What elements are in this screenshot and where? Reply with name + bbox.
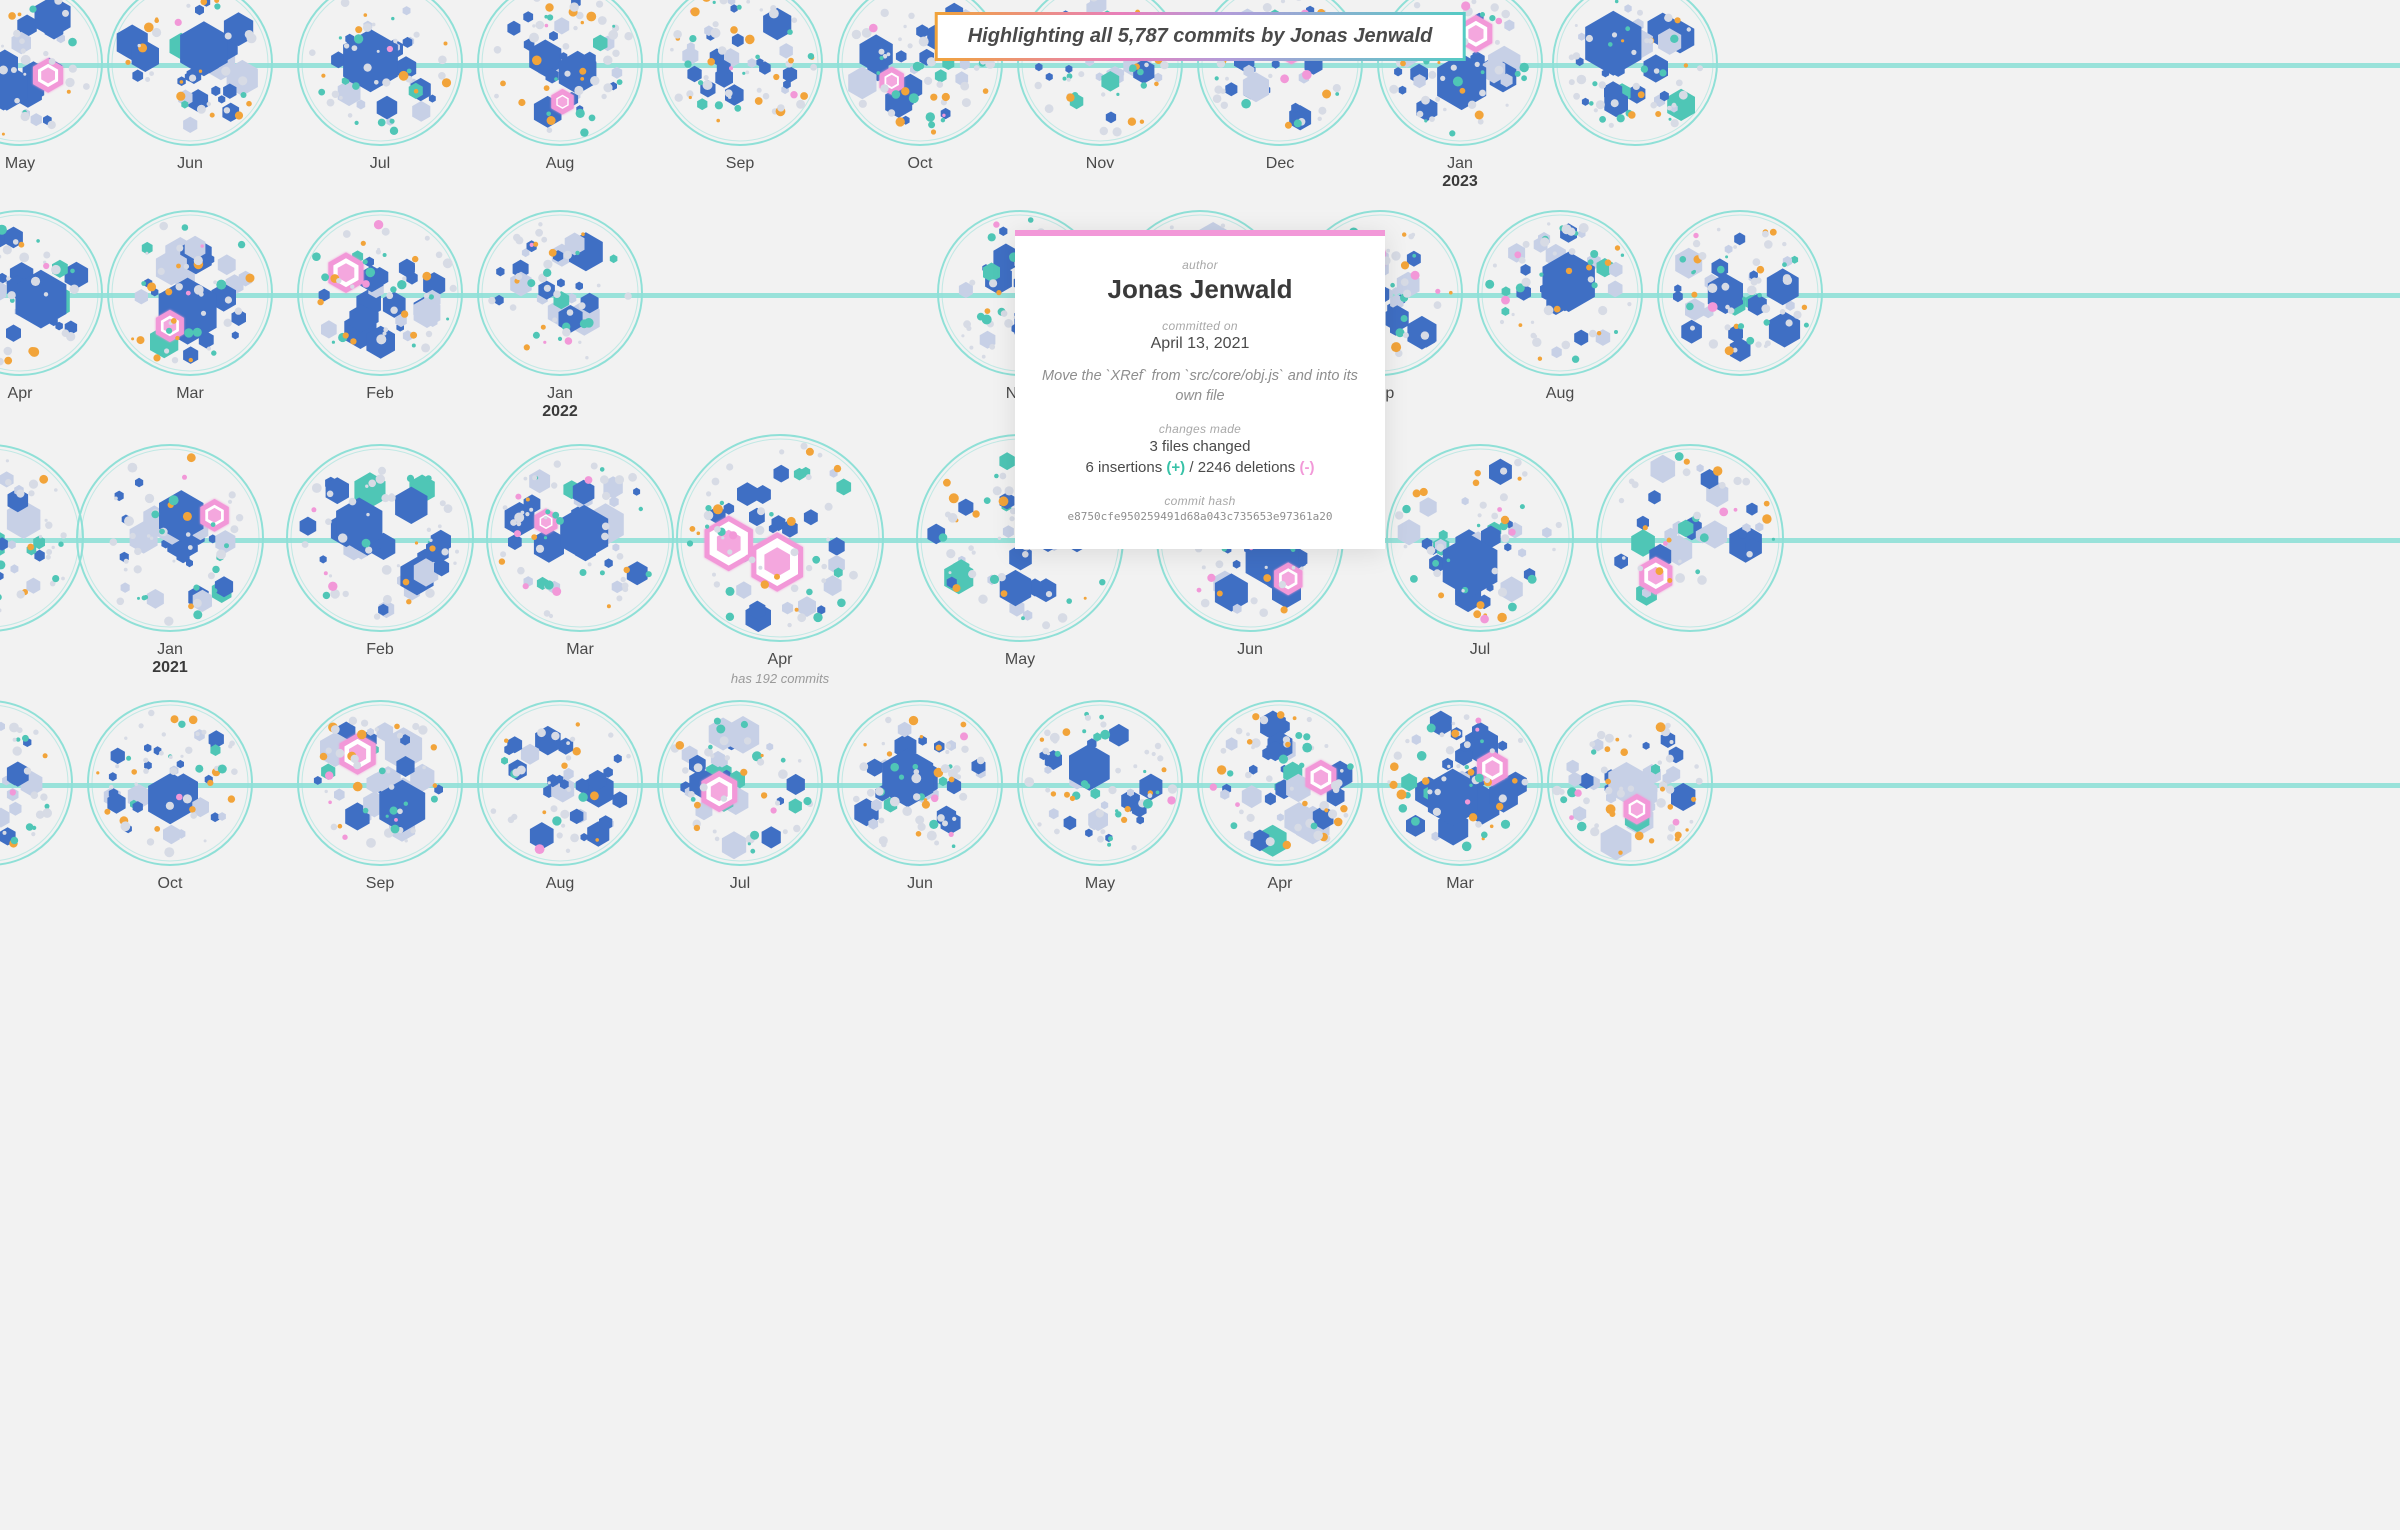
month-node[interactable]: Apr (1196, 699, 1364, 893)
month-node[interactable]: Mar (1376, 699, 1544, 893)
month-label: Nov (1016, 155, 1184, 173)
month-label: Jan (476, 385, 644, 403)
files-changed: 3 files changed (1039, 438, 1361, 455)
month-label: Feb (285, 641, 475, 659)
month-label: Apr (1196, 875, 1364, 893)
month-node[interactable]: May (0, 0, 104, 173)
month-node[interactable]: Jan2021 (75, 443, 265, 677)
month-node[interactable]: Mar (106, 209, 274, 403)
month-label: Mar (106, 385, 274, 403)
month-label: Sep (656, 155, 824, 173)
month-node[interactable]: Feb (285, 443, 475, 659)
month-label: May (0, 155, 104, 173)
month-label: Mar (485, 641, 675, 659)
insertions-plus-icon: (+) (1166, 459, 1185, 476)
deletions-count: 2246 deletions (1198, 459, 1296, 476)
month-node[interactable]: Apr (0, 209, 104, 403)
month-node[interactable]: May (1016, 699, 1184, 893)
month-node[interactable]: Aug (476, 0, 644, 173)
month-node[interactable]: Aug (476, 699, 644, 893)
month-label: Sep (296, 875, 464, 893)
month-label: Jan (75, 641, 265, 659)
month-node[interactable]: Jan2022 (476, 209, 644, 421)
month-label: Oct (836, 155, 1004, 173)
month-label: Jul (656, 875, 824, 893)
month-node[interactable]: Jul (1385, 443, 1575, 659)
month-label: Apr (0, 385, 104, 403)
month-label: Jan (1376, 155, 1544, 173)
commit-hash: e8750cfe950259491d68a043c735653e97361a20 (1039, 510, 1361, 523)
month-node[interactable]: Sep (296, 699, 464, 893)
author-name: Jonas Jenwald (1039, 274, 1361, 305)
commit-timeline-viz: MayJunJulAugSepOctNovDecJan2023AprMarFeb… (0, 0, 2400, 1530)
month-node[interactable]: Oct (86, 699, 254, 893)
month-label: Jul (296, 155, 464, 173)
month-node[interactable]: Aug (1476, 209, 1644, 403)
month-label: Jun (106, 155, 274, 173)
month-node[interactable]: Jun (106, 0, 274, 173)
highlight-banner: Highlighting all 5,787 commits by Jonas … (935, 12, 1466, 61)
month-node[interactable]: Jul (656, 699, 824, 893)
timeline-row: Oct Sep Aug Jul Jun May Apr Mar (0, 695, 2400, 925)
year-label: 2023 (1376, 173, 1544, 191)
month-label: Dec (1196, 155, 1364, 173)
commit-message: Move the `XRef` from `src/core/obj.js` a… (1039, 367, 1361, 406)
commit-hash-label: commit hash (1039, 494, 1361, 508)
month-label: Aug (476, 155, 644, 173)
highlight-banner-text: Highlighting all 5,787 commits by Jonas … (938, 15, 1463, 58)
commit-tooltip: author Jonas Jenwald committed on April … (1015, 230, 1385, 549)
month-label: Aug (476, 875, 644, 893)
year-label: 2022 (476, 403, 644, 421)
month-node[interactable]: Sep (656, 0, 824, 173)
month-node[interactable]: Mar (485, 443, 675, 659)
month-node[interactable] (0, 443, 85, 641)
month-node[interactable]: Jun (836, 699, 1004, 893)
month-label: Apr (675, 651, 885, 669)
month-node[interactable]: Jul (296, 0, 464, 173)
year-label: 2021 (75, 659, 265, 677)
month-label: May (1016, 875, 1184, 893)
month-node[interactable] (1595, 443, 1785, 641)
changes-made-label: changes made (1039, 422, 1361, 436)
month-label: Feb (296, 385, 464, 403)
insertions-deletions: 6 insertions (+) / 2246 deletions (-) (1039, 459, 1361, 476)
month-label: Oct (86, 875, 254, 893)
month-node[interactable]: Apr has 192 commits (675, 433, 885, 686)
month-label: Jun (836, 875, 1004, 893)
month-label: Jun (1155, 641, 1345, 659)
month-node[interactable] (1546, 699, 1714, 875)
ins-del-separator: / (1189, 459, 1197, 476)
month-label: May (915, 651, 1125, 669)
month-node[interactable]: Feb (296, 209, 464, 403)
month-node[interactable] (1656, 209, 1824, 385)
commit-date: April 13, 2021 (1039, 335, 1361, 353)
month-commit-count: has 192 commits (675, 671, 885, 686)
insertions-count: 6 insertions (1086, 459, 1163, 476)
deletions-minus-icon: (-) (1299, 459, 1314, 476)
month-label: Mar (1376, 875, 1544, 893)
author-label: author (1039, 258, 1361, 272)
month-label: Jul (1385, 641, 1575, 659)
month-node[interactable] (0, 699, 74, 875)
committed-on-label: committed on (1039, 319, 1361, 333)
month-node[interactable] (1551, 0, 1719, 155)
month-label: Aug (1476, 385, 1644, 403)
